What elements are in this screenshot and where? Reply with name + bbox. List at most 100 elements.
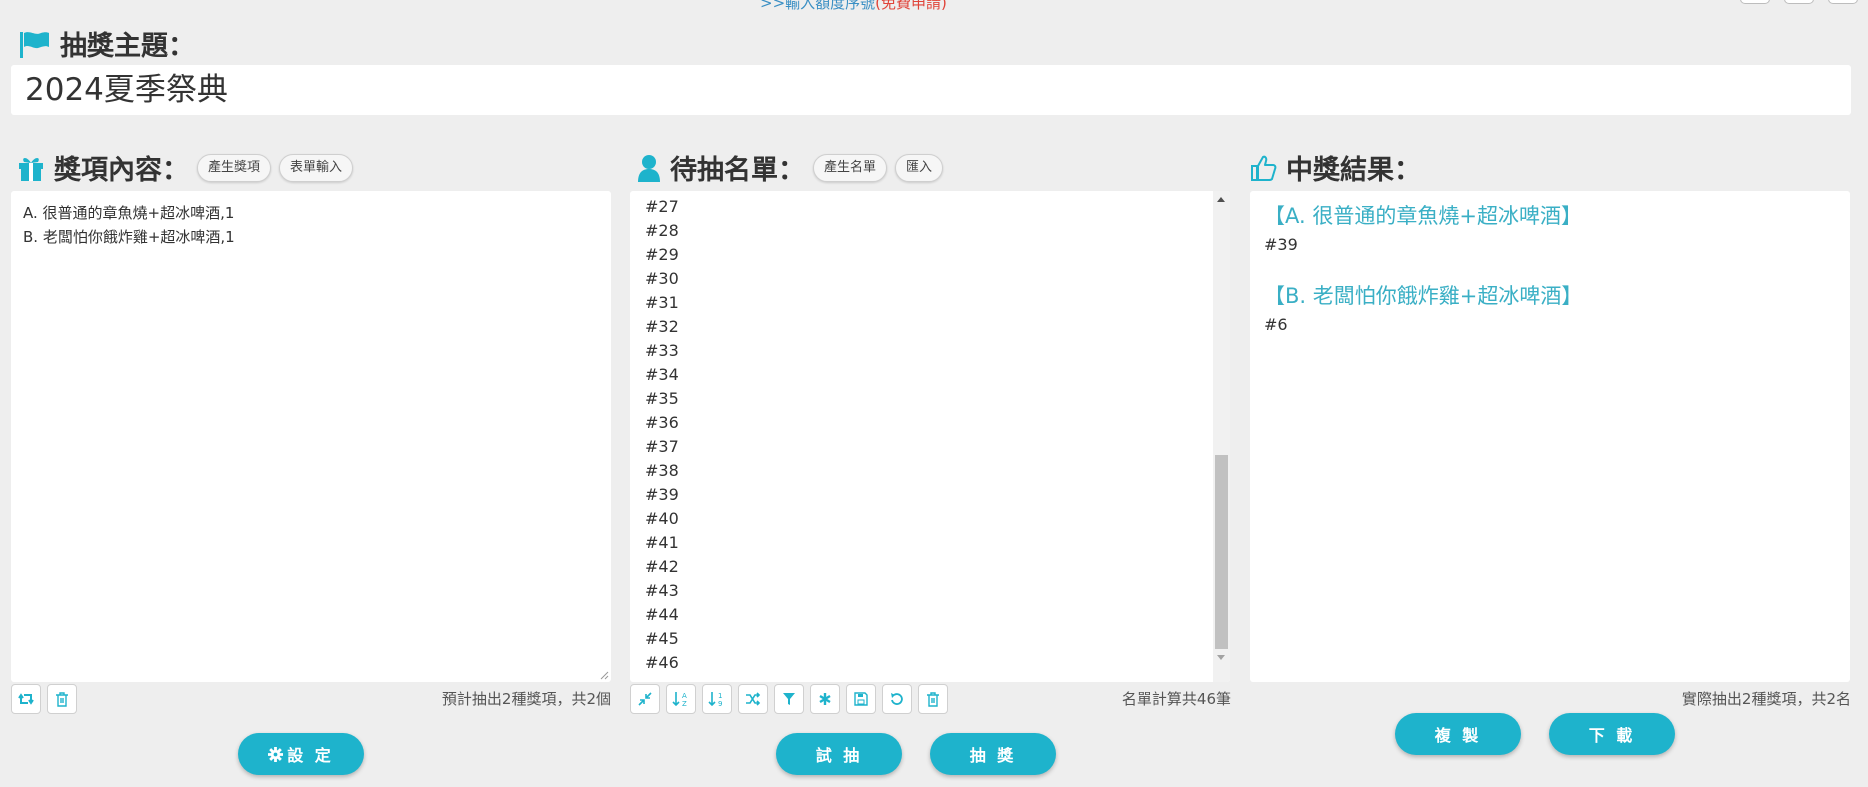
entrant-item: #37 bbox=[645, 437, 679, 456]
sort-numeric-icon: 1 9 bbox=[708, 692, 722, 708]
undo-icon bbox=[891, 693, 903, 705]
clear-list-button[interactable] bbox=[918, 684, 948, 714]
download-button[interactable]: 下 載 bbox=[1549, 713, 1675, 755]
license-serial-link-text: >>輸入額度序號 bbox=[760, 0, 876, 12]
resize-grip-icon[interactable] bbox=[599, 670, 609, 680]
prize-line: A. 很普通的章魚燒+超冰啤酒,1 bbox=[23, 204, 235, 222]
entrant-item: #28 bbox=[645, 221, 679, 240]
gear-icon bbox=[268, 746, 284, 762]
entrant-item: #41 bbox=[645, 533, 679, 552]
prizes-status: 預計抽出2種獎項，共2個 bbox=[441, 690, 611, 708]
scrollbar-thumb[interactable] bbox=[1215, 455, 1228, 649]
result-group: 【B. 老闆怕你餓炸雞+超冰啤酒】 #6 bbox=[1264, 281, 1836, 337]
prizes-textarea[interactable]: A. 很普通的章魚燒+超冰啤酒,1 B. 老闆怕你餓炸雞+超冰啤酒,1 bbox=[11, 191, 611, 682]
topic-label: 抽獎主題： bbox=[60, 31, 195, 62]
entrants-status: 名單計算共46筆 bbox=[1121, 690, 1231, 708]
sort-alpha-button[interactable]: A Z bbox=[666, 684, 696, 714]
entrant-item: #40 bbox=[645, 509, 679, 528]
entrant-item: #45 bbox=[645, 629, 679, 648]
entrant-item: #29 bbox=[645, 245, 679, 264]
entrant-item: #30 bbox=[645, 269, 679, 288]
save-icon bbox=[854, 692, 868, 706]
scroll-up-arrow-icon[interactable] bbox=[1217, 197, 1225, 202]
results-heading: 中獎結果： bbox=[1249, 148, 1421, 187]
entrant-item: #35 bbox=[645, 389, 679, 408]
download-label: 下 載 bbox=[1588, 726, 1636, 745]
entrants-heading: 待抽名單： 產生名單 匯入 bbox=[637, 148, 944, 187]
entrant-item: #42 bbox=[645, 557, 679, 576]
reset-prizes-button[interactable] bbox=[11, 684, 41, 714]
shuffle-button[interactable] bbox=[738, 684, 768, 714]
entrant-item: #46 bbox=[645, 653, 679, 672]
result-group: 【A. 很普通的章魚燒+超冰啤酒】 #39 bbox=[1264, 201, 1836, 257]
flag-icon bbox=[20, 31, 49, 58]
svg-text:9: 9 bbox=[718, 700, 722, 708]
result-prize-title: 【B. 老闆怕你餓炸雞+超冰啤酒】 bbox=[1264, 284, 1583, 308]
settings-button[interactable]: 設 定 bbox=[238, 733, 364, 775]
list-scrollbar[interactable] bbox=[1213, 191, 1230, 682]
retweet-icon bbox=[18, 693, 34, 705]
entrant-item: #43 bbox=[645, 581, 679, 600]
topic-input[interactable]: 2024夏季祭典 bbox=[11, 65, 1851, 115]
undo-button[interactable] bbox=[882, 684, 912, 714]
copy-label: 複 製 bbox=[1434, 726, 1482, 745]
filter-button[interactable] bbox=[774, 684, 804, 714]
settings-button-label: 設 定 bbox=[287, 746, 334, 765]
free-apply-note: (免費申請) bbox=[875, 0, 947, 12]
top-toolbar-button-3[interactable] bbox=[1828, 0, 1858, 4]
scroll-down-arrow-icon[interactable] bbox=[1217, 655, 1225, 660]
svg-text:Z: Z bbox=[682, 700, 687, 708]
prizes-toolbar bbox=[11, 684, 77, 714]
svg-text:A: A bbox=[682, 692, 687, 700]
trash-icon bbox=[927, 691, 939, 707]
entrants-label: 待抽名單： bbox=[670, 155, 805, 186]
result-winner: #6 bbox=[1264, 315, 1288, 334]
trash-icon bbox=[56, 691, 68, 707]
clear-prizes-button[interactable] bbox=[47, 684, 77, 714]
entrant-item: #38 bbox=[645, 461, 679, 480]
prize-line: B. 老闆怕你餓炸雞+超冰啤酒,1 bbox=[23, 228, 235, 246]
top-toolbar-button-1[interactable] bbox=[1740, 0, 1770, 4]
svg-text:1: 1 bbox=[718, 692, 722, 700]
sort-alpha-icon: A Z bbox=[672, 692, 687, 708]
asterisk-button[interactable] bbox=[810, 684, 840, 714]
shuffle-icon bbox=[746, 692, 761, 706]
result-winner: #39 bbox=[1264, 235, 1298, 254]
user-icon bbox=[638, 154, 660, 182]
form-input-button[interactable]: 表單輸入 bbox=[279, 153, 354, 182]
trial-draw-label: 試 抽 bbox=[815, 746, 863, 765]
generate-list-button[interactable]: 產生名單 bbox=[813, 153, 888, 182]
compress-button[interactable] bbox=[630, 684, 660, 714]
entrant-item: #27 bbox=[645, 197, 679, 216]
entrant-item: #44 bbox=[645, 605, 679, 624]
prizes-heading: 獎項內容： 產生獎項 表單輸入 bbox=[17, 148, 354, 187]
result-prize-title: 【A. 很普通的章魚燒+超冰啤酒】 bbox=[1264, 204, 1582, 228]
import-button[interactable]: 匯入 bbox=[895, 153, 944, 182]
top-right-toolbar bbox=[1740, 0, 1858, 4]
results-panel: 【A. 很普通的章魚燒+超冰啤酒】 #39 【B. 老闆怕你餓炸雞+超冰啤酒】 … bbox=[1250, 191, 1850, 682]
draw-button[interactable]: 抽 獎 bbox=[930, 733, 1056, 775]
entrant-item: #31 bbox=[645, 293, 679, 312]
compress-icon bbox=[638, 692, 652, 706]
topic-heading: 抽獎主題： bbox=[18, 24, 195, 63]
prizes-label: 獎項內容： bbox=[54, 155, 189, 186]
filter-icon bbox=[783, 693, 795, 705]
entrant-item: #36 bbox=[645, 413, 679, 432]
draw-label: 抽 獎 bbox=[969, 746, 1017, 765]
entrants-toolbar: A Z 1 9 bbox=[630, 684, 948, 714]
entrant-item: #34 bbox=[645, 365, 679, 384]
entrant-item: #33 bbox=[645, 341, 679, 360]
asterisk-icon bbox=[819, 693, 831, 705]
generate-prizes-button[interactable]: 產生獎項 bbox=[197, 153, 272, 182]
license-serial-link[interactable]: >>輸入額度序號(免費申請) bbox=[760, 0, 947, 13]
results-status: 實際抽出2種獎項，共2名 bbox=[1681, 690, 1851, 708]
entrant-item: #32 bbox=[645, 317, 679, 336]
top-toolbar-button-2[interactable] bbox=[1784, 0, 1814, 4]
gift-icon bbox=[19, 157, 43, 181]
trial-draw-button[interactable]: 試 抽 bbox=[776, 733, 902, 775]
entrants-textarea[interactable]: #27 #28 #29 #30 #31 #32 #33 #34 #35 #36 … bbox=[630, 191, 1230, 682]
sort-numeric-button[interactable]: 1 9 bbox=[702, 684, 732, 714]
entrant-item: #39 bbox=[645, 485, 679, 504]
save-button[interactable] bbox=[846, 684, 876, 714]
copy-button[interactable]: 複 製 bbox=[1395, 713, 1521, 755]
